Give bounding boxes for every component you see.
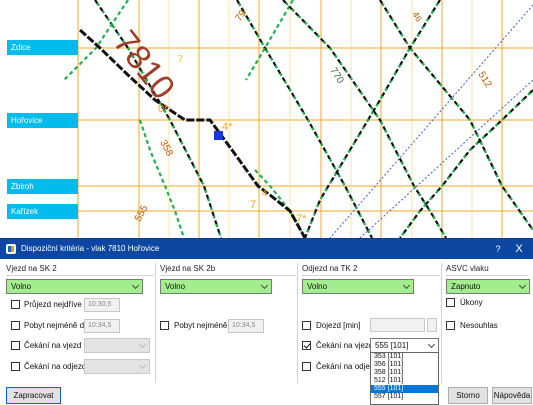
option-item[interactable]: 356 [101] — [371, 361, 438, 369]
track-label: 7 — [250, 199, 256, 211]
chevron-down-icon[interactable] — [426, 340, 437, 351]
wait-out-tk2-checkbox[interactable] — [302, 362, 311, 371]
wait-out-tk2-label: Čekání na odjezd — [316, 362, 379, 371]
app-icon — [6, 244, 16, 254]
help-button[interactable]: Nápověda — [492, 387, 532, 404]
station-zdice[interactable]: Zdice — [7, 40, 78, 55]
stay-sk2b-checkbox[interactable] — [160, 321, 169, 330]
chevron-down-icon[interactable] — [517, 281, 528, 292]
chevron-down-icon[interactable] — [130, 281, 141, 292]
train-path — [399, 89, 533, 238]
wait-in-tk2-checkbox[interactable] — [302, 341, 311, 350]
wait-in-select[interactable] — [84, 338, 150, 353]
option-item[interactable]: 557 [101] — [371, 393, 438, 401]
wait-out-select[interactable] — [84, 359, 150, 374]
wait-in-options-list[interactable]: 353 [101] 356 [101] 358 [101] 512 [101] … — [370, 352, 439, 405]
dojezd-label: Dojezd [min] — [316, 321, 361, 330]
column-separator — [297, 263, 298, 383]
option-item[interactable]: 353 [101] — [371, 353, 438, 361]
dialog-titlebar[interactable]: Dispoziční kritéria - vlak 7810 Hořovice… — [0, 239, 533, 259]
vjezd-sk2b-select[interactable]: Volno — [160, 279, 272, 294]
track-label: 4* — [222, 121, 233, 133]
vjezd-sk2-select[interactable]: Volno — [6, 279, 143, 294]
select-value: Volno — [307, 282, 328, 291]
track-label: 4 — [262, 188, 268, 199]
stay-sk2b-time-field[interactable]: 10:34,5 — [228, 319, 264, 333]
track-label: 0* — [158, 103, 169, 115]
station-zbiroh[interactable]: Zbiroh — [7, 179, 78, 194]
track-labels: 770 358 555 512 7* 4* 0* 7 79 4 46 7 — [133, 8, 494, 225]
wait-in-checkbox[interactable] — [11, 341, 20, 350]
group-divider — [6, 275, 154, 276]
chevron-down-icon[interactable] — [137, 340, 148, 351]
station-karizek[interactable]: Kařízek — [7, 204, 78, 219]
track-label: 46 — [410, 10, 424, 24]
chevron-down-icon[interactable] — [259, 281, 270, 292]
asvc-select[interactable]: Zapnuto — [446, 279, 530, 294]
dialog-title: Dispoziční kritéria - vlak 7810 Hořovice — [21, 244, 160, 253]
wait-in-tk2-select[interactable]: 555 [101] — [370, 338, 439, 353]
graph-canvas: 7810 770 358 555 512 7* 4* 0* 7 79 4 46 … — [63, 0, 533, 238]
select-value: 555 [101] — [375, 341, 409, 350]
train-path — [138, 119, 186, 238]
ukony-label: Úkony — [460, 298, 483, 307]
wait-out-label: Čekání na odjezd — [24, 362, 87, 371]
wait-in-label: Čekání na vjezd — [24, 341, 82, 350]
wait-in-tk2-label: Čekání na vjezd — [316, 341, 374, 350]
select-value: Volno — [11, 282, 32, 291]
train-path — [236, 0, 373, 238]
help-icon[interactable]: ? — [490, 239, 506, 259]
column-separator — [441, 263, 442, 383]
train-path — [245, 0, 294, 81]
track-label: 358 — [157, 138, 175, 158]
track-label: 512 — [475, 70, 493, 90]
track-label: 79 — [233, 8, 249, 24]
ukony-checkbox[interactable] — [446, 298, 455, 307]
dojezd-field[interactable] — [370, 318, 425, 332]
pass-checkbox[interactable] — [11, 300, 20, 309]
wait-out-checkbox[interactable] — [11, 362, 20, 371]
nesouhlas-label: Nesouhlas — [460, 321, 498, 330]
train-path — [379, 0, 533, 231]
selected-train-path — [78, 28, 307, 238]
option-item[interactable]: 358 [101] — [371, 369, 438, 377]
track-label: 7 — [178, 54, 183, 64]
group-divider — [446, 275, 528, 276]
cancel-button[interactable]: Storno — [448, 387, 488, 404]
blue-paths — [329, 4, 533, 238]
station-horovice[interactable]: Hořovice — [7, 113, 78, 128]
pass-time-field[interactable]: 10:30,5 — [84, 298, 120, 312]
track-label: 770 — [327, 66, 345, 86]
train-path — [303, 0, 441, 238]
dojezd-spin-button[interactable] — [427, 318, 437, 332]
select-value: Volno — [165, 282, 186, 291]
select-value: Zapnuto — [451, 282, 481, 291]
option-item-selected[interactable]: 555 [101] — [371, 385, 438, 393]
track-label: 7* — [296, 213, 307, 225]
train-graph[interactable]: 7810 770 358 555 512 7* 4* 0* 7 79 4 46 … — [0, 0, 533, 238]
chevron-down-icon[interactable] — [137, 361, 148, 372]
odjezd-tk2-select[interactable]: Volno — [302, 279, 414, 294]
dispatch-criteria-dialog: Dispoziční kritéria - vlak 7810 Hořovice… — [0, 238, 533, 405]
stay-time-field[interactable]: 10:34,5 — [84, 319, 120, 333]
stay-label: Pobyt nejméně do: — [24, 321, 91, 330]
group-header-vjezd-sk2: Vjezd na SK 2 — [6, 264, 57, 273]
group-header-vjezd-sk2b: Vjezd na SK 2b — [160, 264, 216, 273]
close-icon[interactable]: X — [511, 239, 527, 259]
nesouhlas-checkbox[interactable] — [446, 321, 455, 330]
track-label: 555 — [133, 203, 151, 223]
stay-checkbox[interactable] — [11, 321, 20, 330]
column-separator — [155, 263, 156, 383]
process-button[interactable]: Zapracovat — [6, 387, 61, 404]
group-header-asvc: ASVC vlaku — [446, 264, 489, 273]
dojezd-checkbox[interactable] — [302, 321, 311, 330]
group-divider — [160, 275, 296, 276]
group-header-odjezd-tk2: Odjezd na TK 2 — [302, 264, 358, 273]
train-path — [399, 89, 533, 238]
chevron-down-icon[interactable] — [401, 281, 412, 292]
train-path — [379, 0, 533, 231]
train-path — [303, 0, 441, 238]
option-item[interactable]: 512 [101] — [371, 377, 438, 385]
group-divider — [302, 275, 440, 276]
